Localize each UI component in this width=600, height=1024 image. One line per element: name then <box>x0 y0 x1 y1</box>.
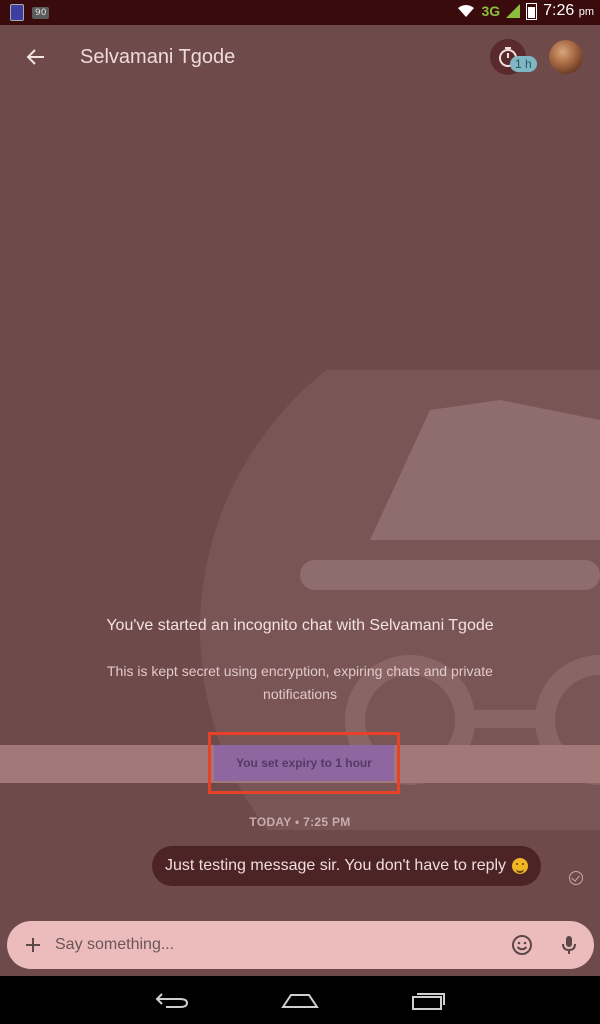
sent-check-icon <box>569 871 583 885</box>
battery-icon <box>526 2 538 20</box>
conversation-title: Selvamani Tgode <box>80 46 236 68</box>
smiley-emoji-icon <box>512 858 529 874</box>
nav-recents-button[interactable] <box>404 984 452 1016</box>
nav-back-icon <box>155 993 189 1008</box>
nav-recents-icon <box>412 993 445 1010</box>
expiry-notice-highlight: You set expiry to 1 hour <box>208 732 400 794</box>
app-notification-icon <box>10 4 24 21</box>
contact-avatar[interactable] <box>549 40 583 74</box>
emoji-icon <box>512 935 532 955</box>
wifi-icon <box>458 5 475 17</box>
nav-home-icon <box>281 994 319 1008</box>
clock: 7:26 pm <box>543 2 594 20</box>
outgoing-message-bubble[interactable]: Just testing message sir. You don't have… <box>152 846 542 886</box>
incognito-intro-subtitle: This is kept secret using encryption, ex… <box>107 663 493 702</box>
message-input[interactable] <box>55 933 485 957</box>
emoji-button[interactable] <box>510 933 534 957</box>
mic-icon <box>562 936 576 954</box>
nav-home-button[interactable] <box>276 984 324 1016</box>
system-navigation-bar <box>0 976 600 1024</box>
incognito-intro-title: You've started an incognito chat with Se… <box>106 617 494 634</box>
notification-badge: 90 <box>32 6 50 19</box>
clock-ampm: pm <box>578 6 594 18</box>
status-bar-notifications: 90 <box>10 4 50 21</box>
plus-icon <box>26 938 40 952</box>
back-button[interactable] <box>20 41 52 73</box>
clock-time: 7:26 <box>543 2 575 19</box>
message-timestamp: TODAY • 7:25 PM <box>249 815 351 829</box>
status-bar: 90 3G 7:26 pm <box>0 0 600 25</box>
network-type: 3G <box>481 3 501 19</box>
back-arrow-icon <box>26 49 44 65</box>
nav-back-button[interactable] <box>148 984 196 1016</box>
status-bar-system: 3G 7:26 pm <box>457 2 594 20</box>
add-attachment-button[interactable] <box>21 933 45 957</box>
timer-badge: 1 h <box>510 56 537 72</box>
app-bar: Selvamani Tgode 1 h <box>0 25 600 89</box>
signal-icon <box>506 4 521 18</box>
voice-input-button[interactable] <box>557 933 581 957</box>
message-composer <box>7 921 594 969</box>
expiry-notice: You set expiry to 1 hour <box>214 745 394 781</box>
message-text: Just testing message sir. You don't have… <box>165 857 507 874</box>
